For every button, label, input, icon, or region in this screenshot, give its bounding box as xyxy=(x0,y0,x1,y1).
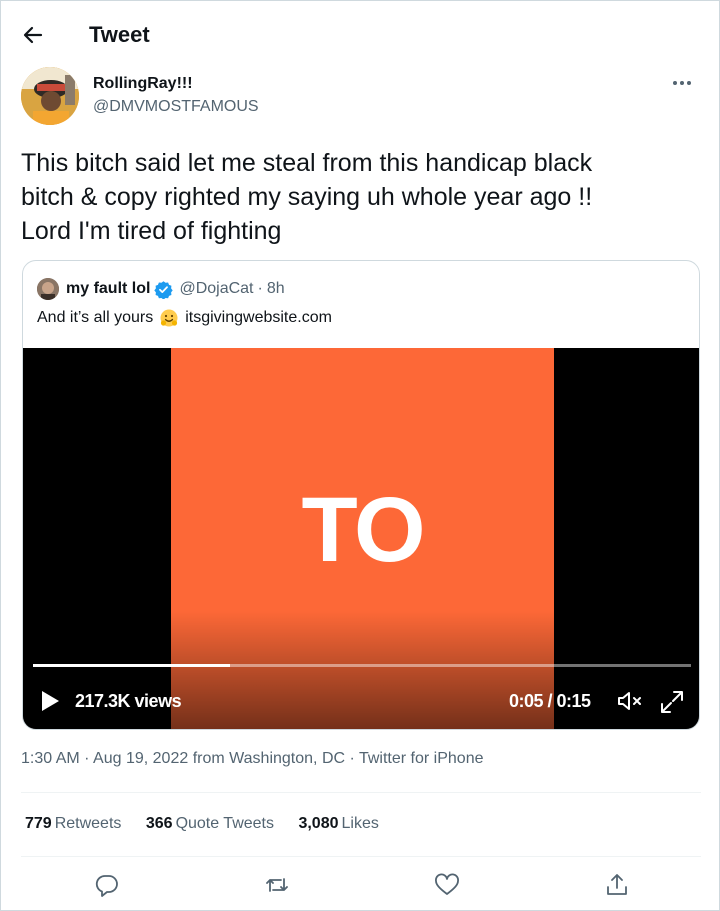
video-progress-fill xyxy=(33,664,231,667)
video-controls-shade xyxy=(23,611,699,729)
expand-icon xyxy=(661,691,683,713)
video-progress-bar[interactable] xyxy=(33,664,691,667)
tweet-source[interactable]: Twitter for iPhone xyxy=(359,750,484,767)
video-time: 0:05 / 0:15 xyxy=(509,691,591,711)
verified-badge-icon xyxy=(154,280,174,299)
likes-stat[interactable]: 3,080 Likes xyxy=(298,815,378,833)
separator-dot: · xyxy=(349,750,355,767)
arrow-left-icon xyxy=(23,26,43,44)
smiling-face-emoji-icon xyxy=(159,308,179,328)
retweets-count: 779 xyxy=(25,815,52,832)
quoted-tweet-header: my fault lol @DojaCat · 8h xyxy=(37,278,285,300)
retweet-icon xyxy=(266,878,288,892)
video-frame-text: TO xyxy=(301,479,425,581)
tweet-actions xyxy=(1,867,720,903)
tweet-author: RollingRay!!! @DMVMOSTFAMOUS xyxy=(21,67,701,127)
quoted-tweet[interactable]: my fault lol @DojaCat · 8h And it’s all … xyxy=(22,260,700,730)
page-header: Tweet xyxy=(1,1,720,67)
author-name[interactable]: RollingRay!!! xyxy=(93,75,193,93)
play-icon xyxy=(42,691,59,711)
reply-button[interactable] xyxy=(93,871,121,899)
video-view-count: 217.3K views xyxy=(75,691,182,711)
avatar-image xyxy=(21,67,79,125)
quote-tweets-count: 366 xyxy=(145,815,173,832)
separator-dot: · xyxy=(84,750,90,767)
quoted-author-handle: @DojaCat xyxy=(179,280,254,297)
tweet-location: from Washington, DC xyxy=(192,750,346,767)
retweet-button[interactable] xyxy=(263,871,291,899)
divider xyxy=(21,792,701,793)
divider xyxy=(21,856,701,857)
tweet-stats: 779 Retweets 366 Quote Tweets 3,080 Likes xyxy=(25,815,399,833)
tweet-page: Tweet RollingRay!!! @DMVMOSTFAMOUS This … xyxy=(0,0,720,911)
video-player[interactable]: TO 217.3K views 0:05 / 0:15 xyxy=(23,348,699,729)
share-button[interactable] xyxy=(603,871,631,899)
author-handle[interactable]: @DMVMOSTFAMOUS xyxy=(93,98,259,116)
more-horizontal-icon xyxy=(673,81,691,85)
more-options-button[interactable] xyxy=(667,73,697,93)
tweet-text-line: Lord I'm tired of fighting xyxy=(21,217,282,245)
likes-label: Likes xyxy=(341,815,379,832)
avatar[interactable] xyxy=(21,67,79,125)
tweet-time[interactable]: 1:30 AM xyxy=(21,750,80,767)
quote-tweets-label: Quote Tweets xyxy=(175,815,274,832)
mute-button[interactable] xyxy=(616,689,644,713)
fullscreen-button[interactable] xyxy=(659,689,685,715)
quoted-text-link[interactable]: itsgivingwebsite.com xyxy=(185,309,332,327)
quoted-text-body: And it’s all yours xyxy=(37,309,154,326)
tweet-date[interactable]: Aug 19, 2022 xyxy=(93,750,188,767)
tweet-text-line: This bitch said let me steal from this h… xyxy=(21,149,593,177)
quoted-tweet-text: And it’s all yours itsgivingwebsite.com xyxy=(37,308,332,328)
tweet-text-line: bitch & copy righted my saying uh whole … xyxy=(21,183,593,211)
reply-icon xyxy=(95,875,118,897)
back-button[interactable] xyxy=(15,19,51,51)
play-button[interactable] xyxy=(39,689,61,713)
quote-tweets-stat[interactable]: 366 Quote Tweets xyxy=(146,815,274,833)
page-title: Tweet xyxy=(89,22,150,47)
quoted-tweet-age: 8h xyxy=(266,280,285,297)
tweet-text: This bitch said let me steal from this h… xyxy=(21,146,691,248)
separator-dot: · xyxy=(257,280,263,297)
share-icon xyxy=(607,874,627,895)
heart-icon xyxy=(435,873,459,895)
retweets-label: Retweets xyxy=(54,815,122,832)
quoted-avatar[interactable] xyxy=(37,278,59,300)
retweets-stat[interactable]: 779 Retweets xyxy=(25,815,121,833)
likes-count: 3,080 xyxy=(298,815,339,832)
like-button[interactable] xyxy=(433,871,461,899)
tweet-metadata: 1:30 AM · Aug 19, 2022 from Washington, … xyxy=(21,750,483,768)
quoted-author-name: my fault lol xyxy=(66,280,151,297)
volume-muted-icon xyxy=(618,692,641,710)
